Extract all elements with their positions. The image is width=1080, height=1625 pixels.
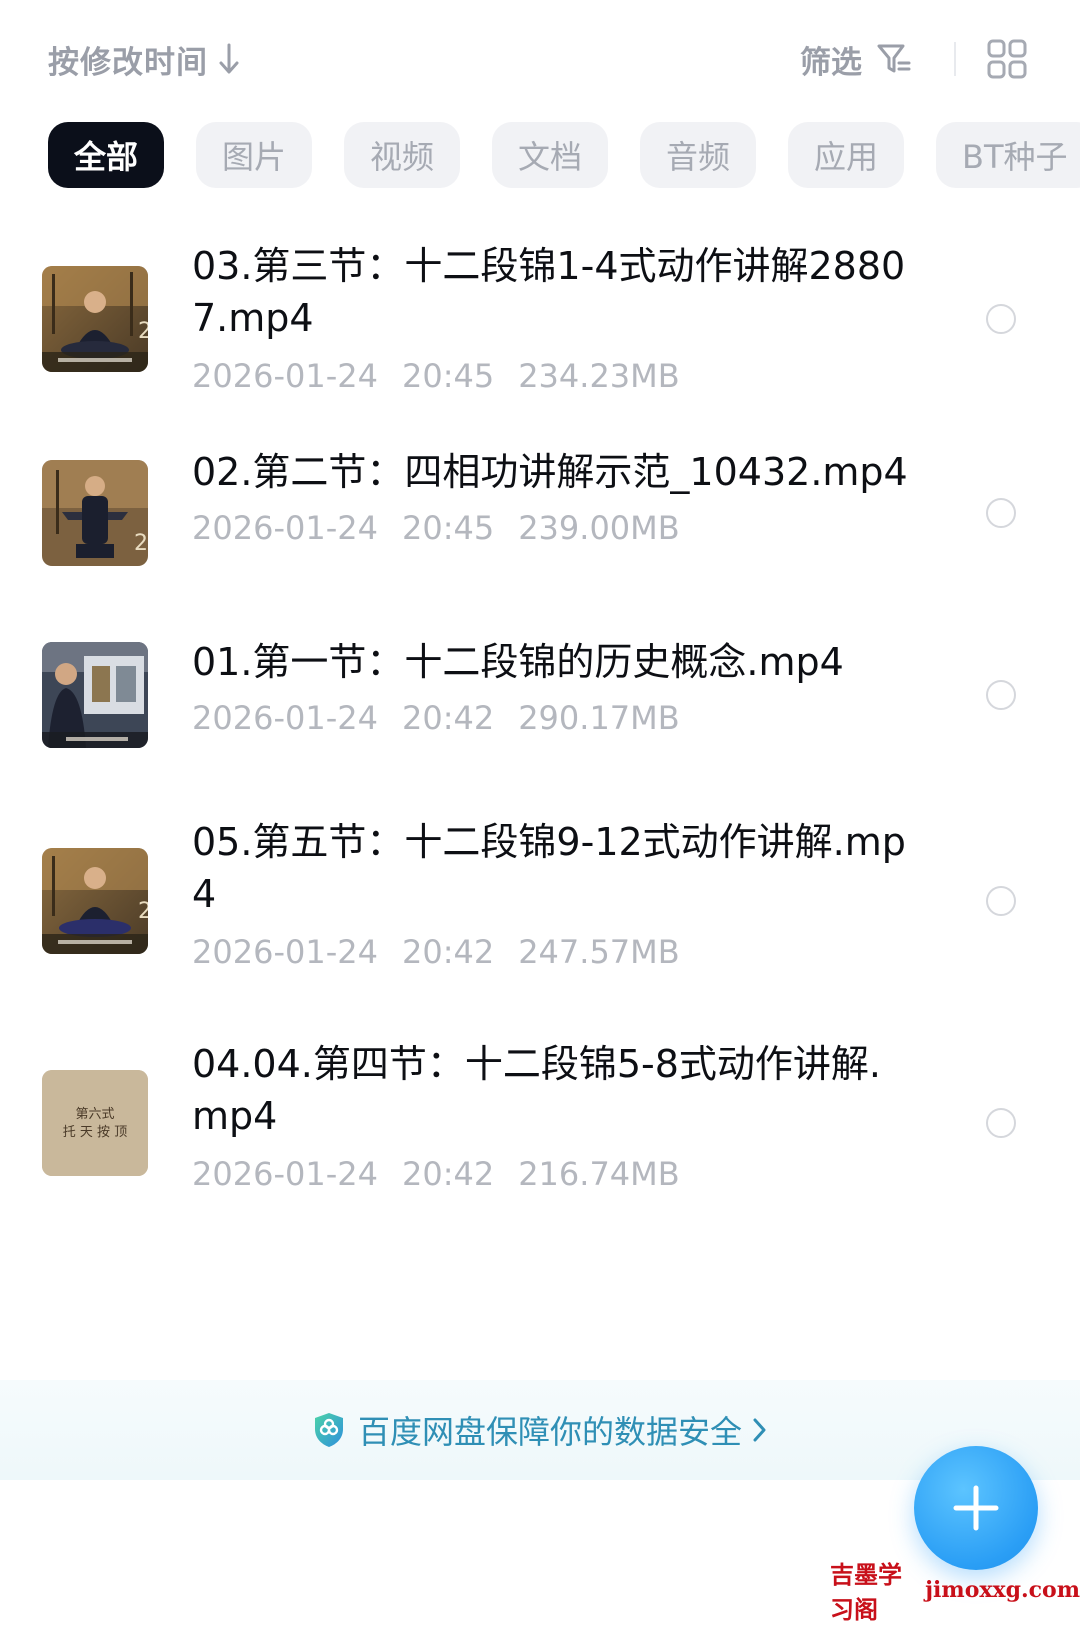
shield-icon	[314, 1413, 343, 1447]
video-thumbnail	[42, 642, 148, 748]
filter-button[interactable]: 筛选	[800, 34, 912, 84]
chevron-right-icon	[753, 1418, 766, 1442]
video-thumbnail: 2	[42, 266, 148, 372]
tab-apps[interactable]: 应用	[788, 122, 904, 188]
file-size: 216.74MB	[518, 1155, 680, 1193]
title-card-line-2: 托 天 按 顶	[63, 1125, 127, 1140]
video-thumbnail: 2	[42, 848, 148, 954]
file-size: 247.57MB	[518, 933, 680, 971]
sort-button[interactable]: 按修改时间	[48, 34, 240, 84]
svg-text:2: 2	[138, 319, 148, 344]
file-date: 2026-01-24	[192, 933, 378, 971]
video-thumbnail: 2	[42, 460, 148, 566]
file-name: 04.04.第四节：十二段锦5-8式动作讲解.mp4	[192, 1042, 882, 1138]
sort-label: 按修改时间	[48, 44, 208, 81]
file-size: 290.17MB	[518, 699, 680, 737]
filter-label: 筛选	[800, 44, 862, 81]
file-date: 2026-01-24	[192, 1155, 378, 1193]
file-time: 20:42	[401, 933, 495, 971]
toolbar-divider	[954, 42, 956, 76]
file-name: 03.第三节：十二段锦1-4式动作讲解28807.mp4	[192, 244, 906, 340]
file-name: 02.第二节：四相功讲解示范_10432.mp4	[192, 450, 908, 494]
category-tabs: 全部 图片 视频 文档 音频 应用 BT种子	[0, 122, 1080, 192]
file-time: 20:45	[401, 357, 495, 395]
select-radio[interactable]	[986, 680, 1016, 710]
file-time: 20:45	[401, 509, 495, 547]
file-meta: 2026-01-24 20:42 216.74MB	[192, 1154, 680, 1194]
add-button[interactable]	[914, 1446, 1038, 1570]
file-meta: 2026-01-24 20:45 239.00MB	[192, 508, 680, 548]
select-radio[interactable]	[986, 886, 1016, 916]
video-thumbnail: 第六式 托 天 按 顶	[42, 1070, 148, 1176]
watermark-url: jimoxxg.com	[925, 1577, 1080, 1603]
file-meta: 2026-01-24 20:45 234.23MB	[192, 356, 680, 396]
watermark-cn: 吉墨学习阁	[830, 1560, 902, 1624]
tab-bt-torrent[interactable]: BT种子	[936, 122, 1080, 188]
tab-audio[interactable]: 音频	[640, 122, 756, 188]
file-row[interactable]: 2 05.第五节：十二段锦9-12式动作讲解.mp4 2026-01-24 20:…	[0, 812, 1080, 1034]
tab-all[interactable]: 全部	[48, 122, 164, 188]
tab-documents[interactable]: 文档	[492, 122, 608, 188]
filter-icon	[877, 44, 911, 73]
file-date: 2026-01-24	[192, 357, 378, 395]
file-row[interactable]: 01.第一节：十二段锦的历史概念.mp4 2026-01-24 20:42 290.…	[0, 622, 1080, 812]
file-list: 2 03.第三节：十二段锦1-4式动作讲解28807.mp4 2026-01-2…	[0, 228, 1080, 1254]
select-radio[interactable]	[986, 304, 1016, 334]
watermark: 吉墨学习阁 jimoxxg.com	[830, 1560, 1080, 1624]
file-date: 2026-01-24	[192, 509, 378, 547]
file-name: 05.第五节：十二段锦9-12式动作讲解.mp4	[192, 820, 906, 916]
plus-icon	[953, 1485, 999, 1531]
security-banner-text: 百度网盘保障你的数据安全	[357, 1413, 742, 1451]
file-row[interactable]: 2 02.第二节：四相功讲解示范_10432.mp4 2026-01-24 20:…	[0, 442, 1080, 622]
select-radio[interactable]	[986, 1108, 1016, 1138]
file-date: 2026-01-24	[192, 699, 378, 737]
arrow-down-icon	[219, 43, 239, 74]
file-time: 20:42	[401, 699, 495, 737]
file-size: 239.00MB	[518, 509, 680, 547]
tab-images[interactable]: 图片	[196, 122, 312, 188]
tab-videos[interactable]: 视频	[344, 122, 460, 188]
file-meta: 2026-01-24 20:42 247.57MB	[192, 932, 680, 972]
grid-view-icon[interactable]	[986, 38, 1028, 80]
file-row[interactable]: 第六式 托 天 按 顶 04.04.第四节：十二段锦5-8式动作讲解.mp4 2…	[0, 1034, 1080, 1254]
select-radio[interactable]	[986, 498, 1016, 528]
file-name: 01.第一节：十二段锦的历史概念.mp4	[192, 640, 844, 684]
file-time: 20:42	[401, 1155, 495, 1193]
file-size: 234.23MB	[518, 357, 680, 395]
file-row[interactable]: 2 03.第三节：十二段锦1-4式动作讲解28807.mp4 2026-01-2…	[0, 228, 1080, 442]
file-meta: 2026-01-24 20:42 290.17MB	[192, 698, 680, 738]
svg-text:2: 2	[138, 899, 148, 924]
svg-text:2: 2	[134, 531, 148, 556]
top-toolbar: 按修改时间 筛选	[0, 0, 1080, 118]
title-card-line-1: 第六式	[75, 1107, 114, 1122]
security-banner[interactable]: 百度网盘保障你的数据安全	[0, 1380, 1080, 1480]
